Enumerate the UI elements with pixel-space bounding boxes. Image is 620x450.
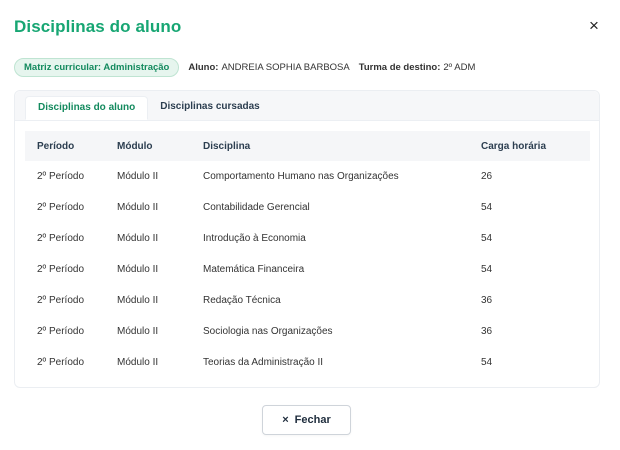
cell-modulo: Módulo II: [117, 264, 159, 275]
disciplinas-table: Período Módulo Disciplina Carga horária …: [25, 131, 590, 378]
header-carga-horaria: Carga horária: [481, 140, 547, 152]
cell-carga-horaria: 54: [481, 202, 493, 213]
cell-disciplina: Introdução à Economia: [203, 233, 306, 244]
tab-bar: Disciplinas do aluno Disciplinas cursada…: [15, 91, 599, 121]
cell-modulo: Módulo II: [117, 171, 159, 182]
aluno-value: ANDREIA SOPHIA BARBOSA: [221, 61, 350, 73]
cell-disciplina: Comportamento Humano nas Organizações: [203, 171, 399, 182]
disciplinas-modal: Disciplinas do aluno × Matriz curricular…: [0, 0, 620, 450]
close-icon: ×: [282, 414, 289, 426]
table-row: 2º Período Módulo II Contabilidade Geren…: [25, 192, 590, 223]
cell-periodo: 2º Período: [37, 357, 85, 368]
table-row: 2º Período Módulo II Sociologia nas Orga…: [25, 316, 590, 347]
table-row: 2º Período Módulo II Comportamento Human…: [25, 161, 590, 192]
cell-periodo: 2º Período: [37, 264, 85, 275]
cell-carga-horaria: 26: [481, 171, 493, 182]
cell-modulo: Módulo II: [117, 295, 159, 306]
disciplinas-card: Disciplinas do aluno Disciplinas cursada…: [14, 90, 600, 388]
cell-periodo: 2º Período: [37, 233, 85, 244]
modal-footer: × Fechar: [0, 388, 620, 450]
header-modulo: Módulo: [117, 140, 153, 152]
cell-carga-horaria: 36: [481, 326, 493, 337]
cell-modulo: Módulo II: [117, 357, 159, 368]
cell-modulo: Módulo II: [117, 233, 159, 244]
cell-periodo: 2º Período: [37, 171, 85, 182]
fechar-button[interactable]: × Fechar: [262, 405, 351, 435]
cell-periodo: 2º Período: [37, 326, 85, 337]
fechar-label: Fechar: [294, 414, 331, 426]
cell-disciplina: Teorias da Administração II: [203, 357, 324, 368]
table-row: 2º Período Módulo II Teorias da Administ…: [25, 347, 590, 378]
turma-value: 2º ADM: [443, 61, 476, 73]
aluno-label: Aluno:: [188, 61, 219, 73]
cell-carga-horaria: 54: [481, 233, 493, 244]
student-info: Matriz curricular: Administração Aluno: …: [14, 57, 484, 77]
cell-modulo: Módulo II: [117, 202, 159, 213]
tab-disciplinas-do-aluno[interactable]: Disciplinas do aluno: [25, 96, 149, 120]
table-row: 2º Período Módulo II Matemática Financei…: [25, 254, 590, 285]
cell-disciplina: Sociologia nas Organizações: [203, 326, 333, 337]
header-periodo: Período: [37, 140, 75, 152]
cell-disciplina: Matemática Financeira: [203, 264, 305, 275]
cell-disciplina: Redação Técnica: [203, 295, 281, 306]
cell-disciplina: Contabilidade Gerencial: [203, 202, 310, 213]
cell-modulo: Módulo II: [117, 326, 159, 337]
close-icon[interactable]: ×: [586, 17, 602, 35]
table-header: Período Módulo Disciplina Carga horária: [25, 131, 590, 161]
cell-periodo: 2º Período: [37, 202, 85, 213]
cell-carga-horaria: 54: [481, 264, 493, 275]
cell-carga-horaria: 36: [481, 295, 493, 306]
table-row: 2º Período Módulo II Introdução à Econom…: [25, 223, 590, 254]
turma-label: Turma de destino:: [358, 61, 441, 73]
matriz-badge: Matriz curricular: Administração: [14, 57, 180, 77]
cell-carga-horaria: 54: [481, 357, 493, 368]
cell-periodo: 2º Período: [37, 295, 85, 306]
modal-title: Disciplinas do aluno: [14, 17, 182, 36]
table-row: 2º Período Módulo II Redação Técnica 36: [25, 285, 590, 316]
header-disciplina: Disciplina: [203, 140, 251, 152]
tab-disciplinas-cursadas[interactable]: Disciplinas cursadas: [148, 96, 272, 120]
